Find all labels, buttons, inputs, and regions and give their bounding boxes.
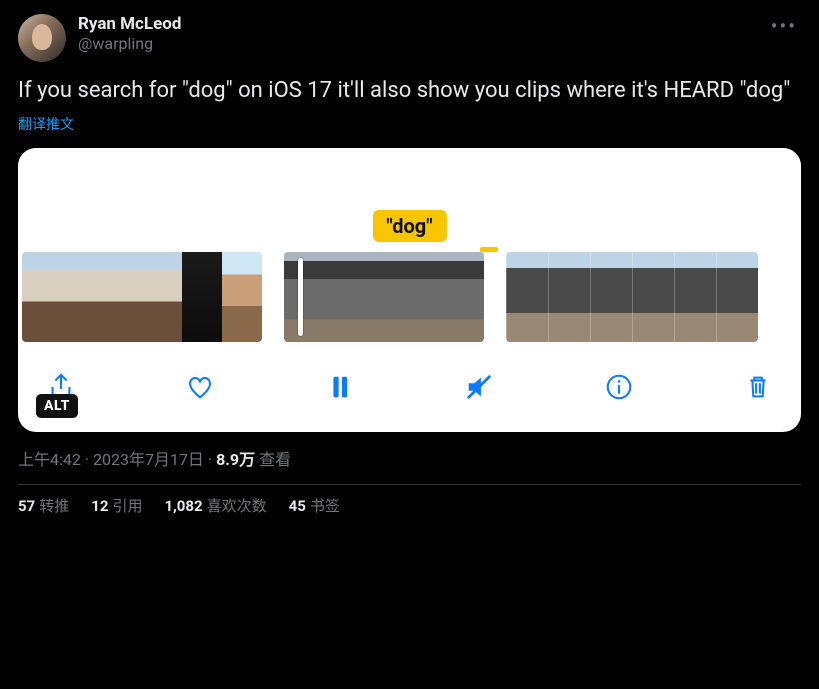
stat-retweets[interactable]: 57转推 [18,495,69,516]
tweet-container: Ryan McLeod @warpling ••• If you search … [0,0,819,526]
tweet-time[interactable]: 上午4:42 [18,450,81,469]
views-label: 查看 [259,450,291,469]
tweet-stats: 57转推 12引用 1,082喜欢次数 45书签 [18,495,801,516]
views-count: 8.9万 [216,450,255,469]
media-preview-area: "dog" [18,148,801,252]
stat-likes[interactable]: 1,082喜欢次数 [164,495,266,516]
media-toolbar [18,350,801,432]
alt-badge[interactable]: ALT [36,394,78,418]
stat-bookmarks[interactable]: 45书签 [289,495,340,516]
timeline-marker [480,247,498,252]
mute-icon[interactable] [464,372,494,406]
video-timeline[interactable] [18,252,801,350]
tweet-date[interactable]: 2023年7月17日 [93,450,204,469]
clip-group[interactable] [506,252,758,342]
clip-group[interactable] [22,252,262,342]
stat-quotes[interactable]: 12引用 [91,495,142,516]
heart-icon[interactable] [185,372,215,406]
tweet-meta: 上午4:42 · 2023年7月17日 · 8.9万 查看 [18,446,801,470]
more-icon[interactable]: ••• [767,14,801,38]
tweet-text: If you search for "dog" on iOS 17 it'll … [18,76,801,106]
divider [18,484,801,485]
info-icon[interactable] [604,372,634,406]
author-block[interactable]: Ryan McLeod @warpling [78,14,755,53]
clip-group[interactable] [284,252,484,342]
pause-icon[interactable] [325,372,355,406]
tweet-header: Ryan McLeod @warpling ••• [18,14,801,62]
translate-link[interactable]: 翻译推文 [18,114,801,134]
avatar[interactable] [18,14,66,62]
media-attachment[interactable]: "dog" [18,148,801,432]
trash-icon[interactable] [743,372,773,406]
author-handle: @warpling [78,34,755,53]
media-caption-pill: "dog" [372,210,446,242]
author-display-name: Ryan McLeod [78,14,755,34]
